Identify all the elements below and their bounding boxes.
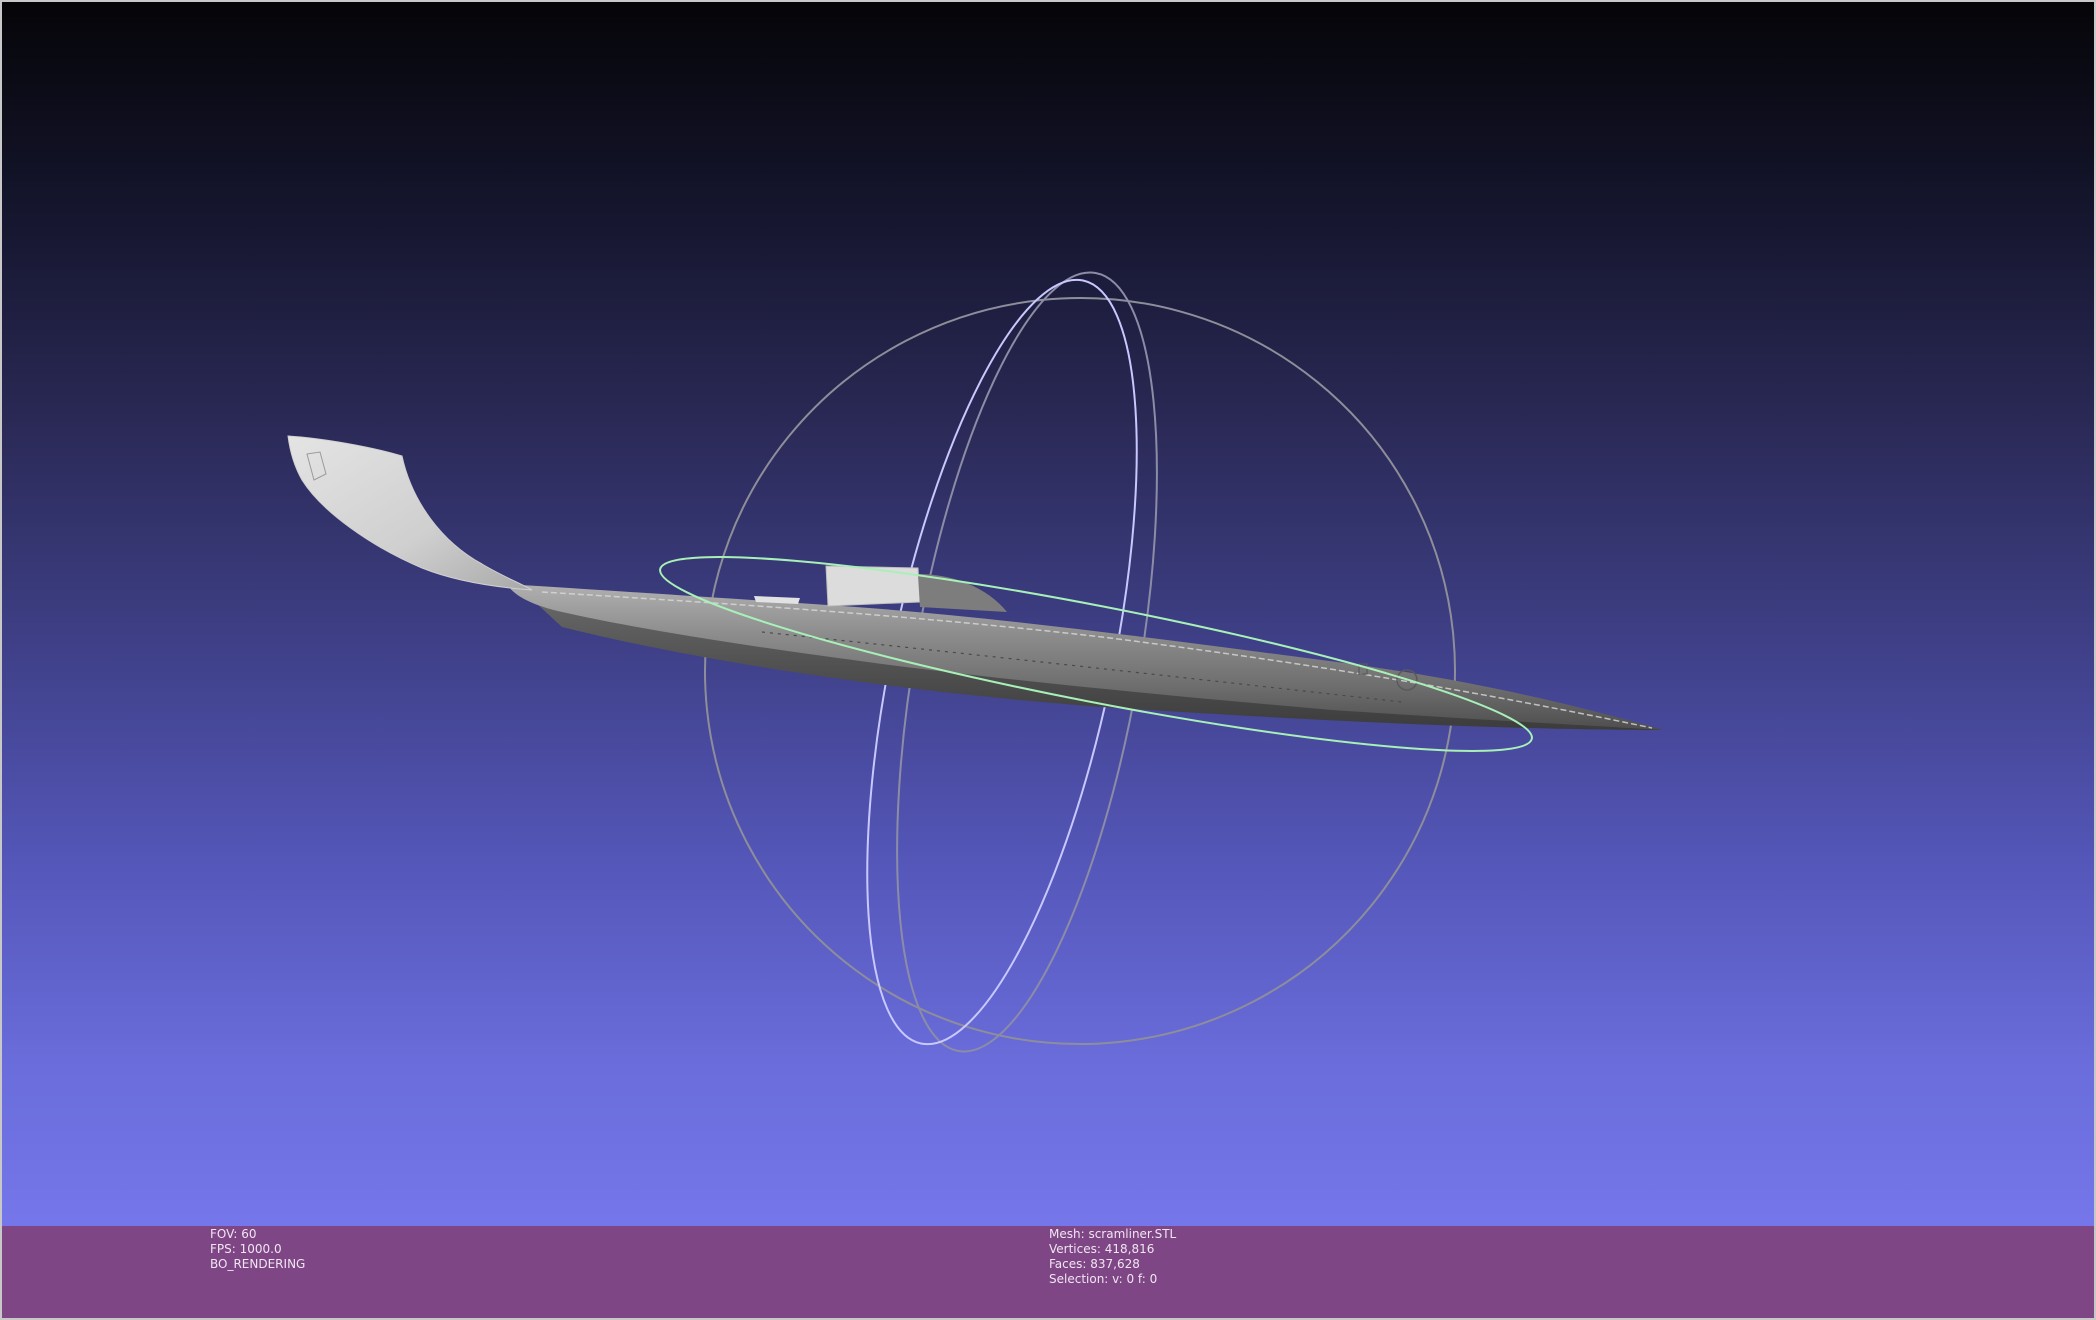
mesh-name-label: Mesh: scramliner.STL [1049,1227,1177,1241]
mesh-tail-fin [287,435,533,591]
mesh-info: Mesh: scramliner.STL Vertices: 418,816 F… [1049,1227,1176,1287]
meshlab-window: FOV: 60 FPS: 1000.0 BO_RENDERING Mesh: s… [0,0,2096,1320]
scene-canvas[interactable] [2,2,2096,1228]
3d-viewport[interactable] [0,0,2096,1226]
selection-label: Selection: v: 0 f: 0 [1049,1272,1158,1286]
status-info-bar: FOV: 60 FPS: 1000.0 BO_RENDERING Mesh: s… [0,1226,2096,1320]
mesh-engine-block [825,565,921,607]
fps-label: FPS: 1000.0 [210,1242,282,1256]
mesh-intake [918,574,1007,612]
render-info: FOV: 60 FPS: 1000.0 BO_RENDERING [210,1227,305,1272]
fov-label: FOV: 60 [210,1227,257,1241]
vertices-label: Vertices: 418,816 [1049,1242,1155,1256]
render-mode-label: BO_RENDERING [210,1257,306,1271]
faces-label: Faces: 837,628 [1049,1257,1140,1271]
